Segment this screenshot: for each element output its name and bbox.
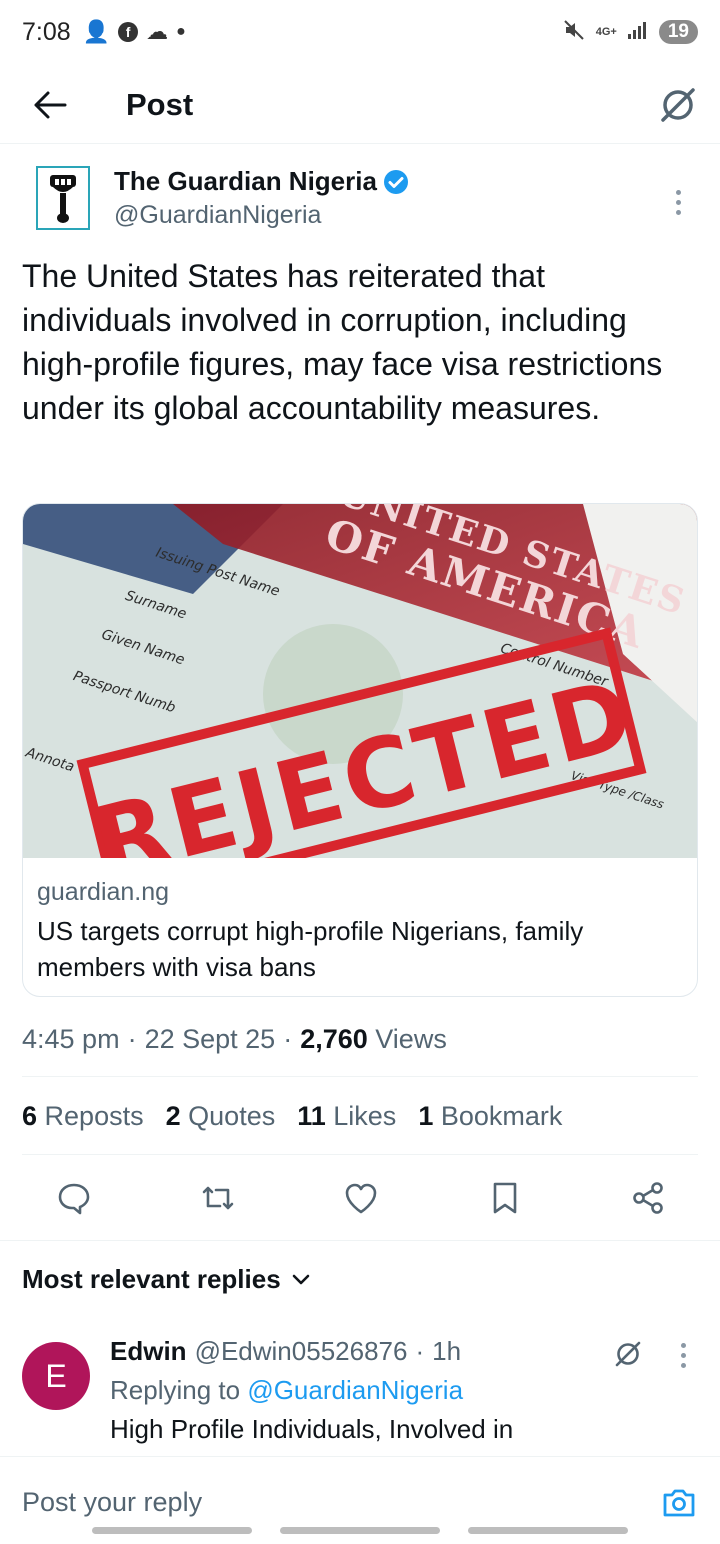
arrow-left-icon: [34, 91, 67, 118]
dot: [680, 1352, 686, 1358]
system-nav-bar: [0, 1527, 720, 1534]
reply-grok-button[interactable]: [610, 1336, 646, 1372]
reply-composer: Post your reply: [0, 1456, 720, 1544]
reply-author-name[interactable]: Edwin: [110, 1336, 187, 1367]
bookmarks-count: 1: [418, 1101, 434, 1131]
bookmark-button[interactable]: [483, 1176, 527, 1220]
quotes-stat[interactable]: 2 Quotes: [166, 1101, 276, 1132]
reposts-stat[interactable]: 6 Reposts: [22, 1101, 144, 1132]
top-app-bar: Post: [0, 66, 720, 144]
guardian-logo-avatar[interactable]: [36, 166, 90, 230]
camera-icon: [663, 1489, 695, 1517]
reply-icon: [58, 1183, 90, 1215]
verified-badge-icon: [383, 169, 408, 194]
share-icon: [633, 1182, 663, 1214]
like-button[interactable]: [339, 1176, 383, 1220]
dot: [675, 189, 681, 195]
reposts-count: 6: [22, 1101, 38, 1131]
likes-stat[interactable]: 11 Likes: [297, 1101, 396, 1132]
post-actions: [22, 1174, 698, 1222]
reply-age: 1h: [432, 1336, 462, 1366]
heart-icon: [345, 1183, 377, 1214]
author-handle: @GuardianNigeria: [114, 201, 322, 229]
status-bar: 7:08 👤 f ☁ ● 4G+ 19: [0, 0, 720, 64]
post-timestamp: 4:45 pm · 22 Sept 25 · 2,760 Views: [22, 1024, 447, 1055]
post-date: 22 Sept 25: [144, 1024, 276, 1054]
signal-icon: [627, 20, 649, 45]
bookmark-icon: [493, 1182, 516, 1214]
nav-segment: [280, 1527, 440, 1534]
dot: [680, 1362, 686, 1368]
status-left-icons: 👤 f ☁ ●: [83, 19, 186, 45]
post-text: The United States has reiterated that in…: [22, 258, 663, 426]
reply-item[interactable]: E Edwin @Edwin05526876 · 1h Replying to …: [22, 1336, 698, 1446]
dot: [675, 199, 681, 205]
link-card[interactable]: UNITED STATES OF AMERICA Issuing Post Na…: [22, 503, 698, 997]
divider: [0, 1240, 720, 1241]
engagement-stats: 6 Reposts 2 Quotes 11 Likes 1 Bookmark: [22, 1101, 562, 1132]
repost-button[interactable]: [196, 1176, 240, 1220]
reply-author-handle: @Edwin05526876: [194, 1336, 408, 1366]
separator-dot: ·: [283, 1024, 293, 1054]
separator-dot: ·: [415, 1336, 425, 1366]
link-card-domain: guardian.ng: [37, 878, 170, 906]
reply-button[interactable]: [52, 1176, 96, 1220]
chevron-down-icon: [292, 1274, 309, 1284]
replies-sort-dropdown[interactable]: Most relevant replies: [22, 1264, 311, 1295]
link-card-image[interactable]: UNITED STATES OF AMERICA Issuing Post Na…: [23, 504, 697, 858]
more-options-button[interactable]: [658, 182, 698, 222]
visa-rejected-illustration: UNITED STATES OF AMERICA Issuing Post Na…: [23, 504, 697, 858]
camera-button[interactable]: [658, 1483, 700, 1523]
page-title: Post: [126, 86, 194, 122]
grok-icon: [661, 87, 695, 122]
dot: [675, 209, 681, 215]
link-card-title: US targets corrupt high-profile Nigerian…: [37, 916, 584, 982]
reposts-label: Reposts: [44, 1101, 144, 1131]
replying-to-label: Replying to: [110, 1375, 241, 1405]
avatar[interactable]: E: [22, 1342, 90, 1410]
replies-heading: Most relevant replies: [22, 1264, 281, 1294]
battery-level: 19: [658, 20, 698, 44]
author-name-text: The Guardian Nigeria: [114, 166, 377, 196]
network-type: 4G+: [595, 25, 617, 38]
reply-input[interactable]: Post your reply: [22, 1487, 202, 1518]
mute-icon: [562, 18, 586, 47]
status-time: 7:08: [22, 17, 71, 46]
views-count: 2,760: [300, 1024, 368, 1054]
grok-button[interactable]: [654, 81, 702, 129]
quotes-label: Quotes: [188, 1101, 276, 1131]
post-author[interactable]: The Guardian Nigeria @GuardianNigeria: [22, 166, 698, 238]
separator-dot: ·: [127, 1024, 137, 1054]
replying-to-mention[interactable]: @GuardianNigeria: [247, 1375, 463, 1405]
likes-count: 11: [297, 1101, 326, 1131]
grok-icon: [615, 1341, 641, 1367]
author-name[interactable]: The Guardian Nigeria: [114, 166, 409, 197]
repost-icon: [202, 1186, 233, 1210]
divider: [22, 1076, 698, 1077]
divider: [22, 1154, 698, 1155]
reply-more-options-button[interactable]: [668, 1340, 698, 1370]
views-label: Views: [375, 1024, 447, 1054]
bookmarks-stat[interactable]: 1 Bookmark: [418, 1101, 562, 1132]
quotes-count: 2: [165, 1101, 181, 1131]
guardian-logo-icon: [50, 175, 76, 223]
nav-segment: [92, 1527, 252, 1534]
nav-segment: [468, 1527, 628, 1534]
back-button[interactable]: [20, 75, 80, 135]
bookmarks-label: Bookmark: [440, 1101, 563, 1131]
post-time: 4:45 pm: [22, 1024, 120, 1054]
contacts-icon: 👤: [82, 19, 111, 44]
weather-icon: ☁: [146, 19, 169, 44]
dot: [680, 1342, 686, 1348]
share-button[interactable]: [626, 1176, 670, 1220]
likes-label: Likes: [333, 1101, 397, 1131]
dot-icon: ●: [176, 23, 186, 40]
reply-text: High Profile Individuals, Involved in: [110, 1414, 514, 1444]
facebook-icon: f: [118, 22, 139, 42]
